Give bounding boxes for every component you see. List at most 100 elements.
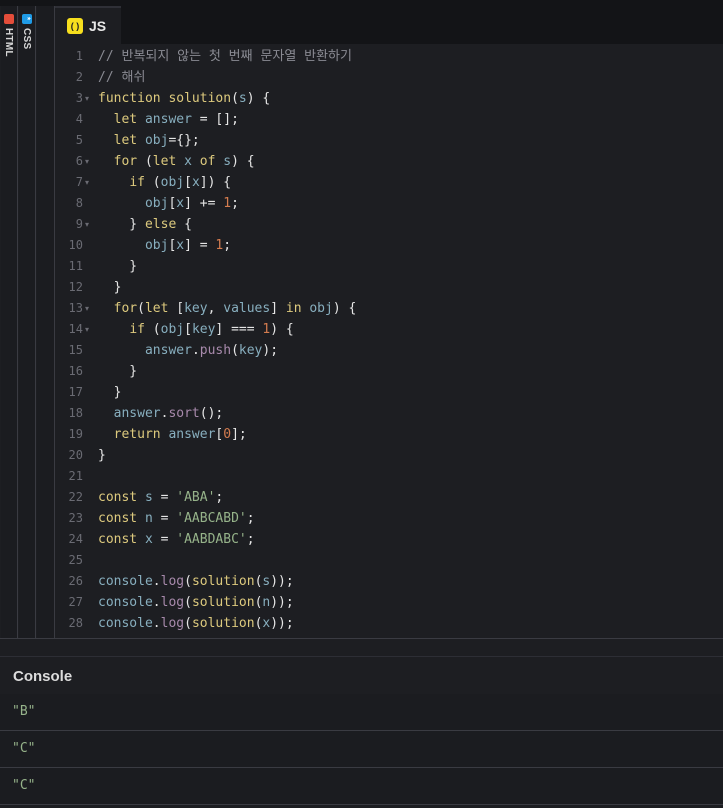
code-line[interactable]: 21 xyxy=(55,466,723,487)
editor-gutter-divider[interactable] xyxy=(37,6,55,638)
code-token: ] = xyxy=(184,238,216,253)
code-text: return answer[0]; xyxy=(98,424,247,445)
code-token: [ xyxy=(184,322,192,337)
css-editor-tab[interactable]: * CSS xyxy=(19,6,36,638)
code-token: ] += xyxy=(184,196,224,211)
js-editor-tab[interactable]: ( ) JS xyxy=(55,6,121,44)
code-token: answer xyxy=(168,427,216,442)
code-text: function solution(s) { xyxy=(98,88,270,109)
code-token: 'ABA' xyxy=(176,490,216,505)
code-text: const n = 'AABCABD'; xyxy=(98,508,255,529)
code-line[interactable]: 16 } xyxy=(55,361,723,382)
code-line[interactable]: 12 } xyxy=(55,277,723,298)
code-line[interactable]: 18 answer.sort(); xyxy=(55,403,723,424)
line-number: 26 xyxy=(68,574,83,588)
code-line[interactable]: 8 obj[x] += 1; xyxy=(55,193,723,214)
code-token: { xyxy=(184,217,192,232)
code-token: x xyxy=(184,154,192,169)
code-token: push xyxy=(199,343,232,358)
code-line[interactable]: 9 ▾ } else { xyxy=(55,214,723,235)
code-line[interactable]: 15 answer.push(key); xyxy=(55,340,723,361)
html-tab-label: HTML xyxy=(3,28,14,57)
line-number: 13 xyxy=(68,301,83,315)
code-token: obj xyxy=(309,301,333,316)
line-number: 3 xyxy=(75,91,83,105)
code-token: s xyxy=(223,154,232,169)
code-token: (); xyxy=(199,406,224,421)
code-token: ( xyxy=(184,616,192,631)
code-token: let xyxy=(113,133,145,148)
code-token: obj xyxy=(160,322,185,337)
fold-arrow-icon[interactable]: ▾ xyxy=(85,319,95,340)
js-icon: ( ) xyxy=(67,18,83,34)
code-token: // 반복되지 않는 첫 번째 문자열 반환하기 xyxy=(98,49,352,64)
html-editor-tab[interactable]: HTML xyxy=(1,6,18,638)
code-token: } xyxy=(98,385,122,400)
code-line[interactable]: 26 console.log(solution(s)); xyxy=(55,571,723,592)
code-token: ) { xyxy=(246,91,271,106)
code-line[interactable]: 22 const s = 'ABA'; xyxy=(55,487,723,508)
code-line[interactable]: 25 xyxy=(55,550,723,571)
code-line[interactable]: 20} xyxy=(55,445,723,466)
console-header: Console xyxy=(0,656,723,694)
code-token: for xyxy=(113,301,138,316)
fold-arrow-icon[interactable]: ▾ xyxy=(85,172,95,193)
line-number: 20 xyxy=(68,448,83,462)
code-line[interactable]: 23 const n = 'AABCABD'; xyxy=(55,508,723,529)
code-line[interactable]: 14 ▾ if (obj[key] === 1) { xyxy=(55,319,723,340)
code-token: if xyxy=(129,175,153,190)
fold-arrow-icon[interactable]: ▾ xyxy=(85,151,95,172)
code-line[interactable]: 17 } xyxy=(55,382,723,403)
code-line[interactable]: 13 ▾ for(let [key, values] in obj) { xyxy=(55,298,723,319)
code-line[interactable]: 5 let obj={}; xyxy=(55,130,723,151)
code-line[interactable]: 11 } xyxy=(55,256,723,277)
line-number: 11 xyxy=(68,259,83,273)
code-token: 0 xyxy=(223,427,232,442)
code-token: obj xyxy=(160,175,185,190)
code-line[interactable]: 7 ▾ if (obj[x]) { xyxy=(55,172,723,193)
code-line[interactable]: 6 ▾ for (let x of s) { xyxy=(55,151,723,172)
line-number: 28 xyxy=(68,616,83,630)
code-token: key xyxy=(191,322,216,337)
code-text: console.log(solution(x)); xyxy=(98,613,294,634)
line-number: 7 xyxy=(75,175,83,189)
panel-resize-handle[interactable] xyxy=(0,638,723,656)
line-number: 24 xyxy=(68,532,83,546)
console-output-list: "B" "C" "C" xyxy=(0,694,723,805)
line-number: 1 xyxy=(75,49,83,63)
code-token: let xyxy=(152,154,185,169)
code-token: log xyxy=(160,616,185,631)
code-text: answer.sort(); xyxy=(98,403,224,424)
fold-arrow-icon[interactable]: ▾ xyxy=(85,298,95,319)
code-token: x xyxy=(176,238,185,253)
code-text: const x = 'AABDABC'; xyxy=(98,529,255,550)
fold-arrow-icon[interactable]: ▾ xyxy=(85,214,95,235)
code-line[interactable]: 2 // 해쉬 xyxy=(55,67,723,88)
code-line[interactable]: 10 obj[x] = 1; xyxy=(55,235,723,256)
code-line[interactable]: 4 let answer = []; xyxy=(55,109,723,130)
code-line[interactable]: 24 const x = 'AABDABC'; xyxy=(55,529,723,550)
code-token: console xyxy=(98,595,153,610)
code-token: obj xyxy=(144,196,169,211)
line-number: 25 xyxy=(68,553,83,567)
code-line[interactable]: 28 console.log(solution(x)); xyxy=(55,613,723,634)
code-text: // 해쉬 xyxy=(98,67,145,88)
code-token: let xyxy=(144,301,177,316)
console-output-row: "B" xyxy=(0,694,723,731)
code-line[interactable]: 1 // 반복되지 않는 첫 번째 문자열 반환하기 xyxy=(55,46,723,67)
code-token: ; xyxy=(231,196,239,211)
code-token: } xyxy=(98,280,122,295)
code-token: log xyxy=(160,595,185,610)
code-text: // 반복되지 않는 첫 번째 문자열 반환하기 xyxy=(98,46,352,67)
code-token: ( xyxy=(184,574,192,589)
code-token: ] xyxy=(270,301,286,316)
js-code-editor[interactable]: 1// 반복되지 않는 첫 번째 문자열 반환하기 2// 해쉬 3 ▾ functio… xyxy=(55,44,723,638)
code-line[interactable]: 19 return answer[0]; xyxy=(55,424,723,445)
code-line[interactable]: 3 ▾ function solution(s) { xyxy=(55,88,723,109)
fold-arrow-icon[interactable]: ▾ xyxy=(85,88,95,109)
code-token: ( xyxy=(184,595,192,610)
code-line[interactable]: 27 console.log(solution(n)); xyxy=(55,592,723,613)
